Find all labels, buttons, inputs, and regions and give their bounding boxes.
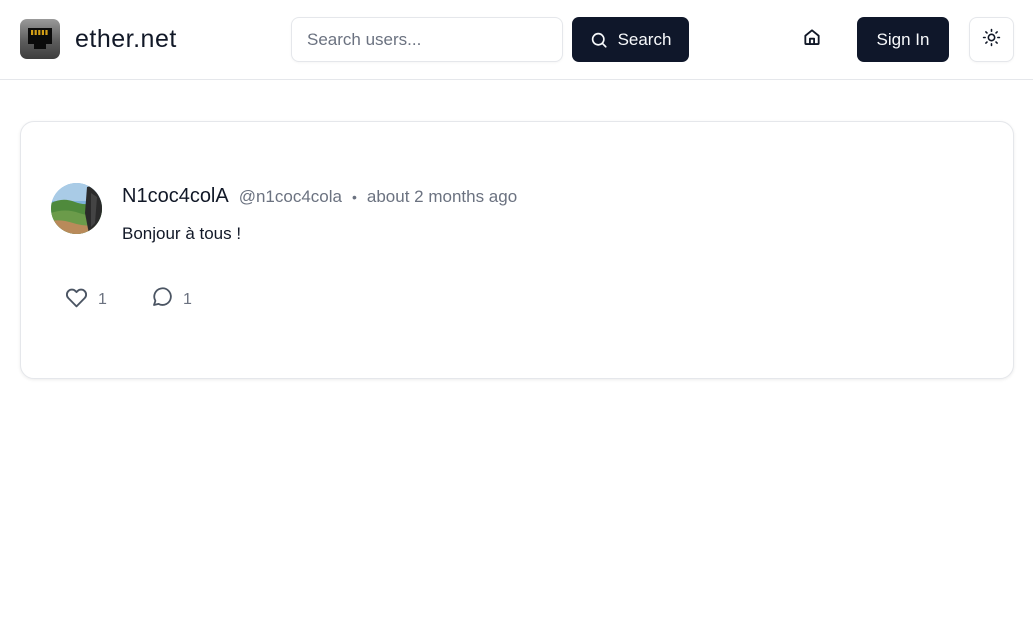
brand-link[interactable]: ether.net [20, 19, 177, 59]
author-handle: @n1coc4cola [238, 186, 342, 206]
comment-button[interactable]: 1 [150, 285, 192, 314]
brand-name: ether.net [75, 24, 177, 53]
home-button[interactable] [792, 19, 832, 59]
search-button[interactable]: Search [572, 17, 689, 62]
separator-dot: • [351, 188, 357, 205]
heart-icon [64, 285, 89, 315]
post-content: Bonjour à tous ! [122, 224, 242, 243]
search-users-input[interactable] [291, 17, 563, 62]
sign-in-button[interactable]: Sign In [857, 17, 949, 62]
post-card: N1coc4colA @n1coc4cola • about 2 months … [20, 121, 1014, 379]
search-button-label: Search [617, 29, 672, 49]
author-display-name[interactable]: N1coc4colA [122, 185, 229, 208]
sun-icon [982, 28, 1001, 52]
ethernet-port-icon [20, 19, 60, 59]
post-header: N1coc4colA @n1coc4cola • about 2 months … [122, 185, 517, 208]
post-timestamp: about 2 months ago [366, 186, 518, 206]
home-icon [802, 27, 822, 52]
comment-icon [150, 285, 174, 314]
avatar[interactable] [51, 183, 102, 234]
theme-toggle-button[interactable] [969, 17, 1014, 62]
search-icon [590, 31, 608, 49]
like-count: 1 [98, 291, 107, 308]
comment-count: 1 [183, 290, 192, 308]
like-button[interactable]: 1 [64, 285, 107, 315]
top-nav: ether.net Search Sign In [0, 0, 1033, 80]
